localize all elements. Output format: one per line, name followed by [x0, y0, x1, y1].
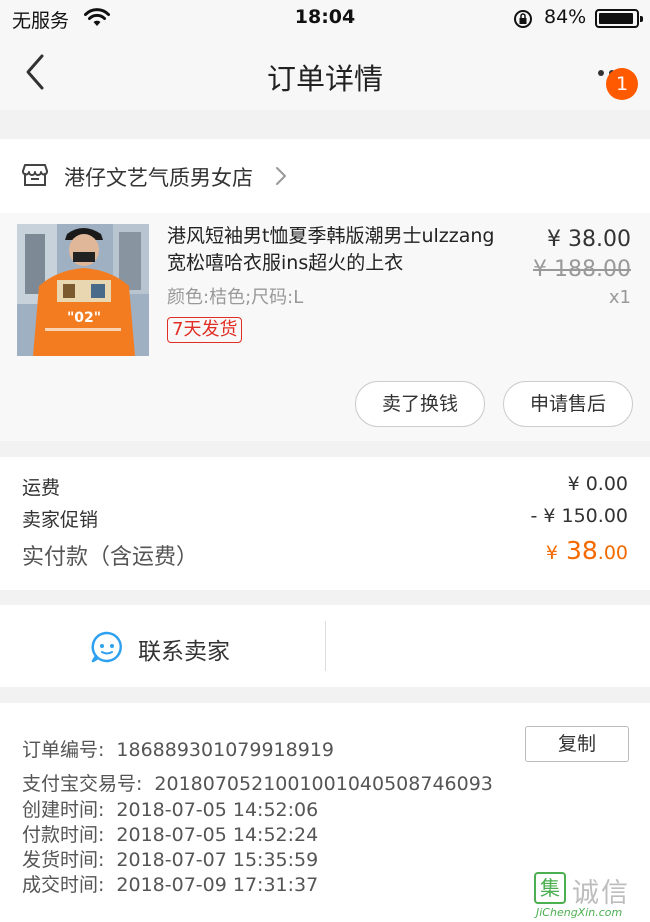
total-decimal: .00	[597, 542, 628, 564]
product-price: ¥ 38.00	[547, 227, 631, 252]
watermark-text: 诚信	[572, 878, 630, 909]
paid-label: 付款时间:	[22, 824, 105, 846]
closed-time: 2018-07-09 17:31:37	[116, 874, 319, 896]
paid-row: 付款时间: 2018-07-05 14:52:24	[22, 820, 318, 847]
paid-time: 2018-07-05 14:52:24	[116, 824, 319, 846]
watermark: 集 诚信 JiChengXin.com	[532, 868, 650, 922]
shop-name: 港仔文艺气质男女店	[64, 166, 253, 190]
alipay-label: 支付宝交易号:	[22, 773, 143, 795]
shop-row[interactable]: 港仔文艺气质男女店	[0, 139, 650, 213]
closed-row: 成交时间: 2018-07-09 17:31:37	[22, 870, 318, 897]
created-time: 2018-07-05 14:52:06	[116, 799, 319, 821]
closed-label: 成交时间:	[22, 874, 105, 896]
battery-icon	[595, 9, 643, 28]
rotation-lock-icon	[514, 10, 532, 28]
currency-symbol: ¥	[545, 542, 559, 564]
product-quantity: x1	[608, 287, 631, 308]
total-paid-row: 实付款（含运费） ¥ 38.00	[22, 536, 628, 571]
chevron-right-icon	[276, 167, 286, 185]
promotion-row: 卖家促销 - ¥ 150.00	[22, 505, 628, 532]
original-price: ¥ 188.00	[533, 257, 631, 282]
shipping-fee-label: 运费	[22, 477, 61, 499]
product-image[interactable]: "02"	[17, 224, 149, 356]
shirt-print: "02"	[67, 310, 101, 326]
copy-button[interactable]: 复制	[525, 726, 629, 762]
total-integer: 38	[565, 536, 598, 565]
order-number-label: 订单编号:	[22, 739, 105, 761]
watermark-logo: 集	[534, 872, 566, 904]
status-bar: 无服务 18:04 84%	[0, 0, 650, 36]
alipay-number: 2018070521001001040508746093	[154, 773, 493, 795]
contact-bar: 联系卖家	[0, 605, 650, 687]
shipped-label: 发货时间:	[22, 849, 105, 871]
contact-seller-button[interactable]: 联系卖家	[138, 632, 230, 666]
order-number: 186889301079918919	[116, 739, 334, 761]
promotion-label: 卖家促销	[22, 509, 99, 531]
promotion-value: - ¥ 150.00	[530, 505, 628, 527]
alipay-row: 支付宝交易号: 2018070521001001040508746093	[22, 769, 493, 796]
fee-summary: 运费 ¥ 0.00 卖家促销 - ¥ 150.00 实付款（含运费） ¥ 38.…	[0, 457, 650, 590]
shipped-row: 发货时间: 2018-07-07 15:35:59	[22, 845, 318, 872]
after-sale-button[interactable]: 申请售后	[503, 381, 633, 427]
divider	[325, 621, 326, 671]
shipping-fee-row: 运费 ¥ 0.00	[22, 473, 628, 500]
product-spec: 颜色:桔色;尺码:L	[167, 287, 304, 308]
product-title[interactable]: 港风短袖男t恤夏季韩版潮男士ulzzang宽松嘻哈衣服ins超火的上衣	[167, 223, 512, 277]
created-row: 创建时间: 2018-07-05 14:52:06	[22, 795, 318, 822]
store-icon	[22, 164, 48, 186]
notification-badge: 1	[606, 68, 638, 100]
watermark-url: JiChengXin.com	[536, 906, 623, 919]
total-paid-value: ¥ 38.00	[546, 536, 628, 565]
shipped-time: 2018-07-07 15:35:59	[116, 849, 319, 871]
goods-item[interactable]: "02" 港风短袖男t恤夏季韩版潮男士ulzzang宽松嘻哈衣服ins超火的上衣…	[0, 213, 650, 441]
shipping-fee-value: ¥ 0.00	[567, 473, 628, 495]
nav-bar: 订单详情 1	[0, 36, 650, 110]
sell-button[interactable]: 卖了换钱	[355, 381, 485, 427]
order-number-row: 订单编号: 186889301079918919	[22, 735, 334, 762]
total-paid-label: 实付款（含运费）	[22, 545, 199, 570]
created-label: 创建时间:	[22, 799, 105, 821]
page-title: 订单详情	[266, 62, 383, 96]
battery-percent: 84%	[544, 6, 587, 28]
chat-bubble-icon[interactable]	[90, 630, 124, 664]
shipping-tag: 7天发货	[167, 317, 243, 343]
